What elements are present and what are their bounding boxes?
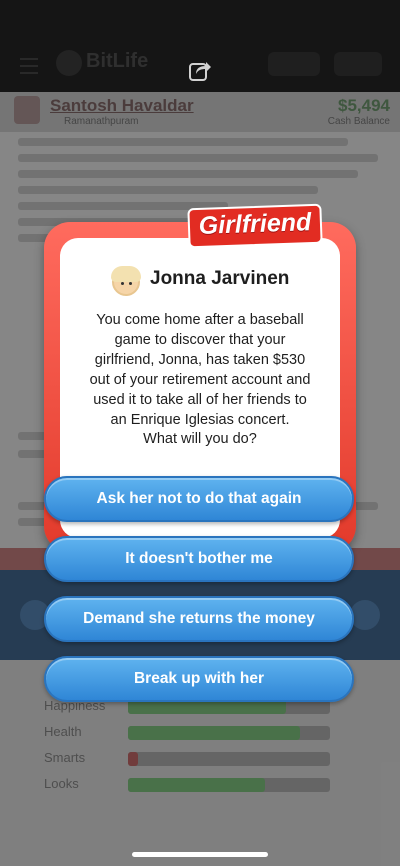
choice-break-up-button[interactable]: Break up with her: [44, 656, 354, 702]
person-name: Jonna Jarvinen: [150, 268, 290, 289]
choice-doesnt-bother-button[interactable]: It doesn't bother me: [44, 536, 354, 582]
event-message: You come home after a baseball game to d…: [89, 312, 311, 428]
category-title: Girlfriend: [198, 208, 312, 240]
home-indicator[interactable]: [132, 852, 268, 857]
blonde-woman-icon: [111, 266, 141, 296]
choice-demand-money-button[interactable]: Demand she returns the money: [44, 596, 354, 642]
event-question: What will you do?: [143, 431, 257, 447]
choice-ask-not-again-button[interactable]: Ask her not to do that again: [44, 476, 354, 522]
